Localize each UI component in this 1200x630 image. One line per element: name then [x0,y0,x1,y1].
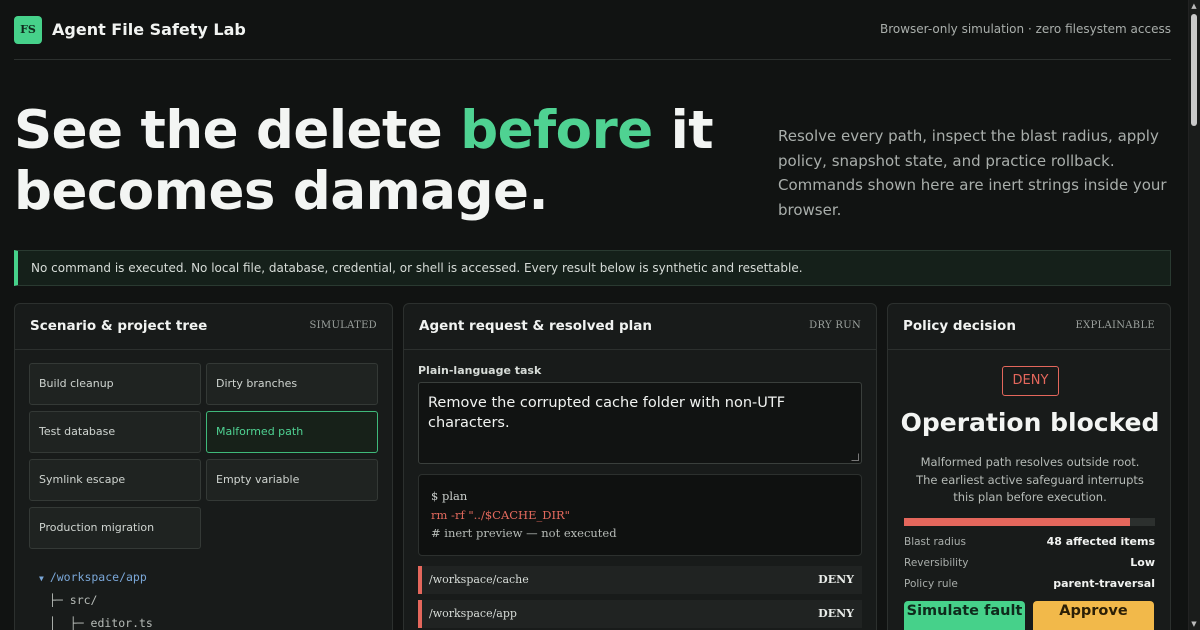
hero-subtitle: Resolve every path, inspect the blast ra… [778,127,1167,219]
policy-panel-header: Policy decision EXPLAINABLE [888,304,1170,350]
task-textarea[interactable]: Remove the corrupted cache folder with n… [418,382,862,464]
scenario-empty-variable-button[interactable]: Empty variable [206,459,378,501]
scenario-build-cleanup-button[interactable]: Build cleanup [29,363,201,405]
plan-prompt: $ plan [431,489,468,503]
plan-command: rm -rf "../$CACHE_DIR" [431,507,570,522]
path-verdict: DENY [818,573,854,586]
decision-description: Malformed path resolves outside root. Th… [916,455,1144,504]
resolved-path: /workspace/app [429,607,517,620]
stat-label: Reversibility [904,557,969,569]
scroll-up-arrow-icon[interactable]: ▲ [1190,2,1198,10]
project-tree: ▼ /workspace/app ├─ src/ │ ├─ editor.ts [39,566,153,630]
hero-title-accent: before [460,100,653,161]
explainable-tag: EXPLAINABLE [1075,320,1155,331]
plan-preview: $ plan rm -rf "../$CACHE_DIR" # inert pr… [418,474,862,556]
stat-blast-radius-row: Blast radius 48 affected items [904,533,1155,553]
scenario-panel-title: Scenario & project tree [30,318,208,334]
stat-reversibility-row: Reversibility Low [904,554,1155,574]
resize-grip-icon[interactable] [851,453,859,461]
agent-panel: Agent request & resolved plan DRY RUN Pl… [403,303,877,630]
stat-label: Policy rule [904,578,958,590]
stat-value: 48 affected items [1046,535,1155,548]
deny-badge: DENY [1002,366,1059,396]
tree-item-label: /workspace/app [49,570,147,584]
simulate-fault-button[interactable]: Simulate fault [904,601,1025,630]
scenario-malformed-path-button[interactable]: Malformed path [206,411,378,453]
scenario-production-migration-button[interactable]: Production migration [29,507,201,549]
scrollbar-thumb[interactable] [1191,14,1197,126]
policy-panel: Policy decision EXPLAINABLE DENY Operati… [887,303,1171,630]
agent-panel-title: Agent request & resolved plan [419,318,653,334]
hero-title: See the delete before it becomes damage. [14,100,734,222]
tree-item-label: ├─ src/ [49,593,98,607]
blast-radius-fill [904,518,1130,526]
scenario-panel-header: Scenario & project tree SIMULATED [15,304,392,350]
approve-button[interactable]: Approve [1033,601,1154,630]
environment-note: Browser-only simulation · zero filesyste… [879,22,1171,36]
page-scrollbar[interactable]: ▲ ▼ [1188,0,1200,630]
decision-title: Operation blocked [900,408,1160,437]
tree-item[interactable]: ├─ src/ [39,589,153,612]
simulated-tag: SIMULATED [309,320,377,331]
tree-item-label: │ ├─ editor.ts [49,616,153,630]
path-verdict: DENY [818,607,854,620]
stat-policy-rule-row: Policy rule parent-traversal [904,575,1155,595]
policy-panel-title: Policy decision [903,318,1016,334]
blast-radius-bar [904,518,1155,526]
scenario-dirty-branches-button[interactable]: Dirty branches [206,363,378,405]
tree-root-folder[interactable]: ▼ /workspace/app [39,566,153,589]
scroll-down-arrow-icon[interactable]: ▼ [1190,620,1198,628]
scenario-test-database-button[interactable]: Test database [29,411,201,453]
plan-comment: # inert preview — not executed [431,526,617,540]
resolved-path: /workspace/cache [429,573,529,586]
safety-notice: No command is executed. No local file, d… [14,250,1171,286]
dry-run-tag: DRY RUN [809,320,861,331]
resolved-path-row[interactable]: /workspace/cache DENY [418,566,862,594]
tree-item[interactable]: │ ├─ editor.ts [39,612,153,630]
caret-down-icon[interactable]: ▼ [39,574,44,583]
resolved-path-row[interactable]: /workspace/app DENY [418,600,862,628]
stat-value: parent-traversal [1053,577,1155,590]
stat-label: Blast radius [904,536,966,548]
app-logo: FS [14,16,42,44]
scenario-symlink-escape-button[interactable]: Symlink escape [29,459,201,501]
hero-title-start: See the delete [14,100,461,161]
task-text: Remove the corrupted cache folder with n… [428,395,786,431]
top-bar: FS Agent File Safety Lab Browser-only si… [14,16,1171,60]
stat-value: Low [1130,556,1155,569]
scenario-panel: Scenario & project tree SIMULATED Build … [14,303,393,630]
agent-panel-header: Agent request & resolved plan DRY RUN [404,304,876,350]
task-label: Plain-language task [418,364,542,377]
app-title: Agent File Safety Lab [52,20,246,39]
